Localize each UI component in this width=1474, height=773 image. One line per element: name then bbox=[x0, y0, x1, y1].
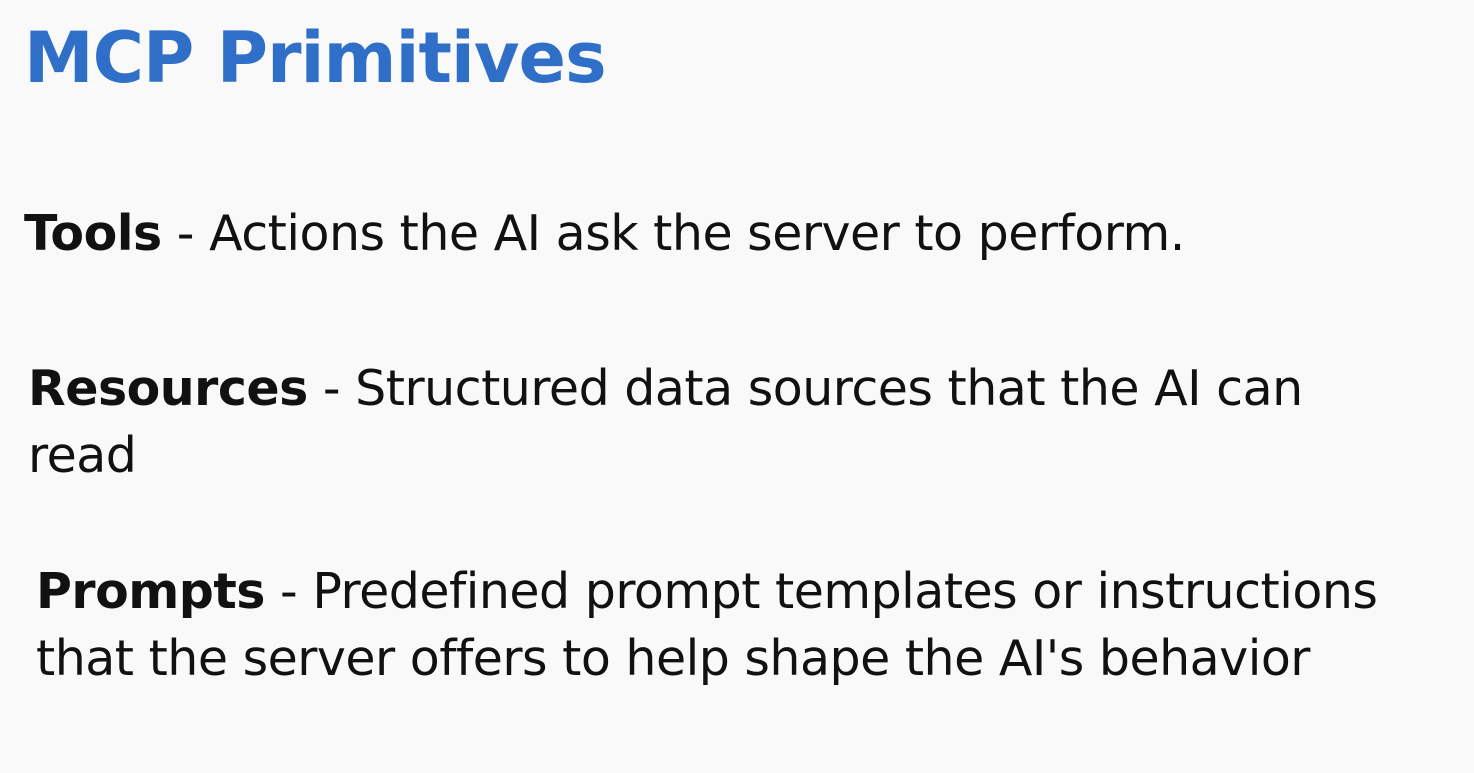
term-separator: - bbox=[264, 563, 313, 620]
primitive-term-resources: Resources bbox=[28, 360, 308, 417]
primitive-term-tools: Tools bbox=[24, 205, 162, 262]
primitive-term-prompts: Prompts bbox=[36, 563, 265, 620]
primitive-description-tools: Actions the AI ask the server to perform… bbox=[209, 205, 1185, 262]
slide-title: MCP Primitives bbox=[24, 17, 607, 99]
term-separator: - bbox=[307, 360, 356, 417]
primitive-item-tools: Tools - Actions the AI ask the server to… bbox=[24, 200, 1185, 267]
primitive-item-resources: Resources - Structured data sources that… bbox=[28, 355, 1388, 489]
slide: MCP Primitives Tools - Actions the AI as… bbox=[0, 0, 1474, 773]
term-separator: - bbox=[161, 205, 210, 262]
primitive-item-prompts: Prompts - Predefined prompt templates or… bbox=[36, 558, 1456, 692]
